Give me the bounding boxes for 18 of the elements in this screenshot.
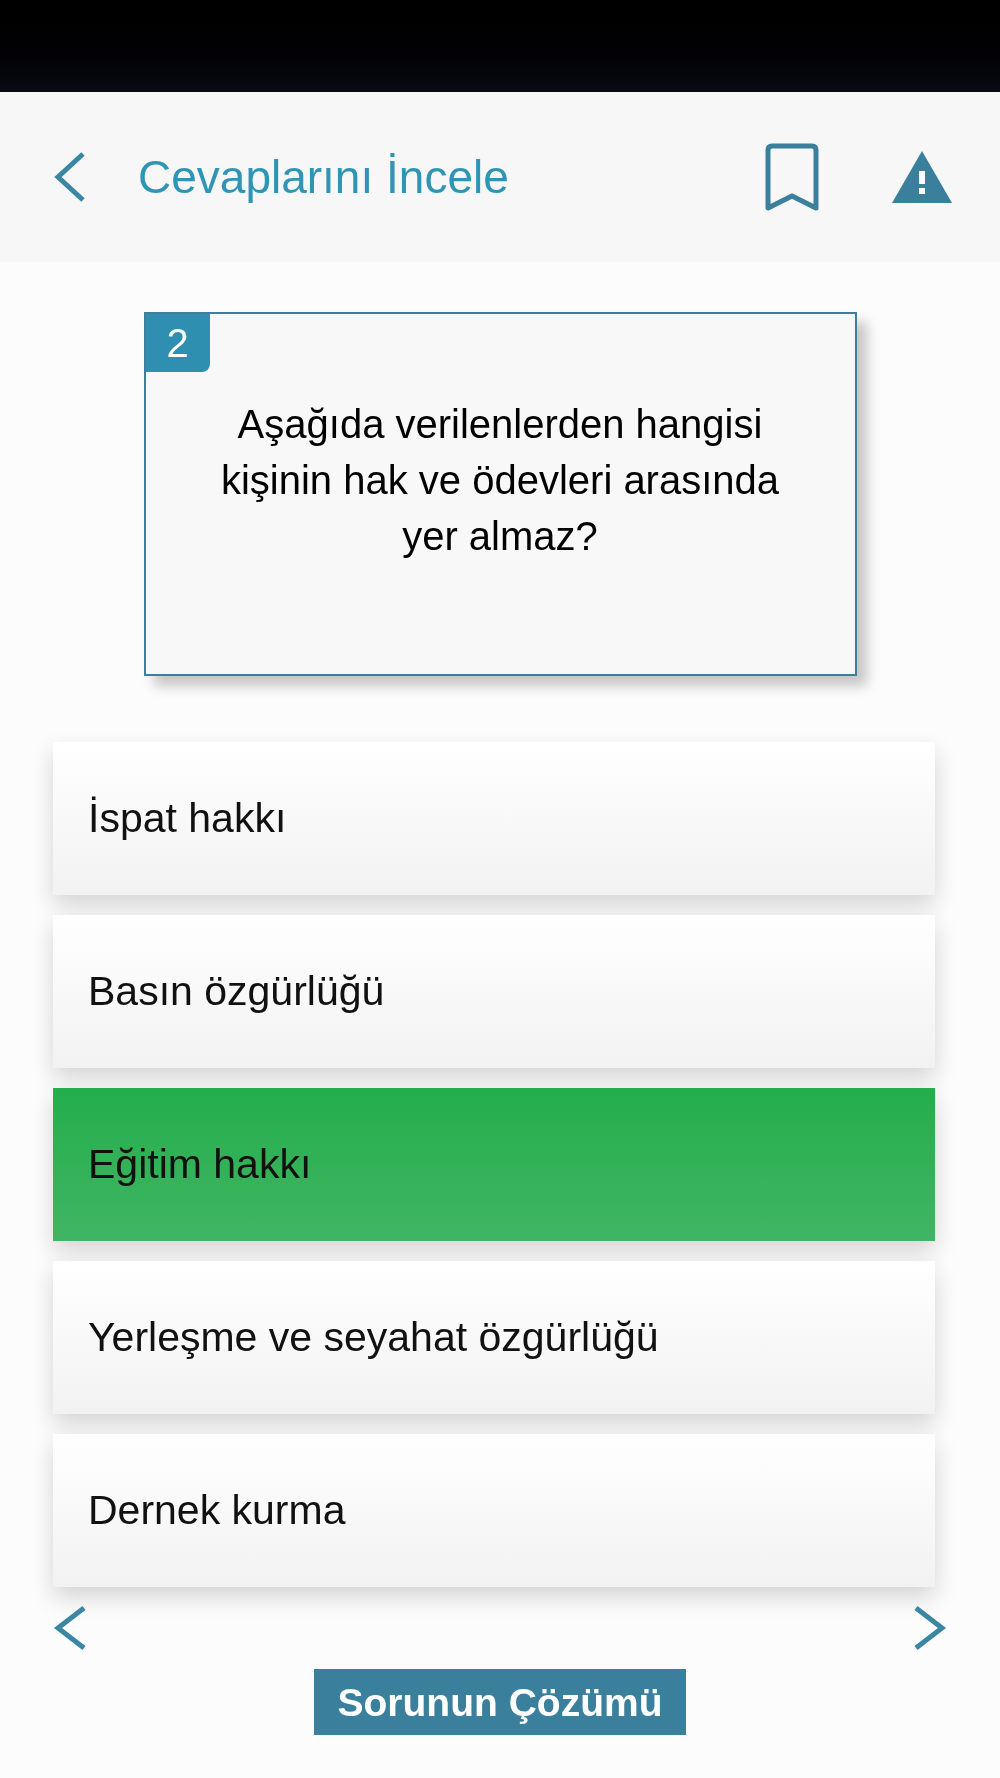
answer-option[interactable]: Basın özgürlüğü	[53, 915, 935, 1068]
back-button[interactable]	[53, 151, 87, 203]
next-button[interactable]	[913, 1605, 947, 1651]
answer-option[interactable]: Yerleşme ve seyahat özgürlüğü	[53, 1261, 935, 1414]
previous-button[interactable]	[53, 1605, 87, 1651]
bookmark-icon	[764, 142, 820, 212]
answer-option[interactable]: İspat hakkı	[53, 742, 935, 895]
chevron-right-icon	[913, 1605, 947, 1651]
answer-option[interactable]: Dernek kurma	[53, 1434, 935, 1587]
question-text: Aşağıda verilenlerden hangisi kişinin hak ve ödevleri arasında yer almaz?	[219, 401, 781, 560]
report-button[interactable]	[892, 151, 952, 203]
solution-button[interactable]: Sorunun Çözümü	[313, 1669, 687, 1735]
bookmark-button[interactable]	[764, 142, 820, 212]
chevron-left-icon	[53, 1605, 87, 1651]
answer-option[interactable]: Eğitim hakkı	[53, 1088, 935, 1241]
chevron-left-icon	[53, 151, 87, 203]
warning-icon	[892, 151, 952, 203]
question-number: 2	[145, 314, 210, 372]
